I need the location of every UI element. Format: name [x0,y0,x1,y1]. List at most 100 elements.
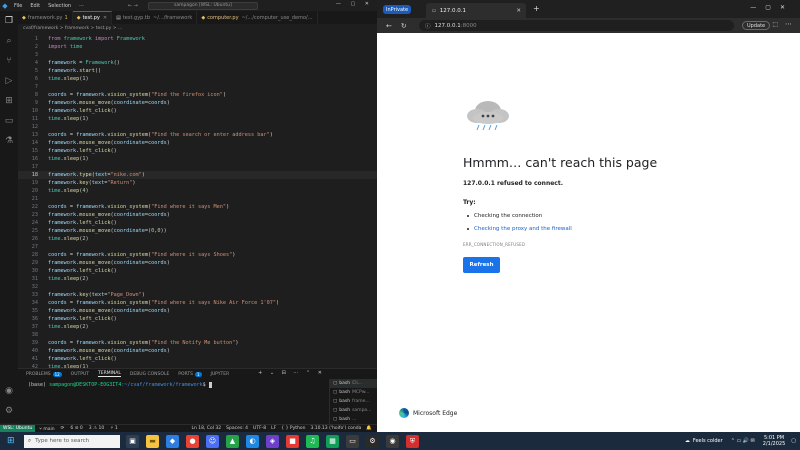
terminal-instance[interactable]: ▢ bash sampa... [330,406,377,415]
code-line[interactable]: 10 framework.left_click() [18,107,377,115]
status-ports[interactable]: ⚡ 1 [110,426,117,431]
task-view-icon[interactable]: ▣ [126,434,139,448]
notifications-bell-icon[interactable]: 🔔 [366,426,372,431]
settings-app-icon[interactable]: ⚙ [366,434,379,448]
code-line[interactable]: 34 coords = framework.vision_system("Find… [18,299,377,307]
code-line[interactable]: 11 time.sleep(1) [18,115,377,123]
extensions-icon[interactable]: ⊞ [3,95,15,107]
clock[interactable]: 5:01 PM 2/1/2025 [763,435,785,447]
breadcrumb[interactable]: cvaf/framework > framework > test.py > .… [18,24,377,33]
edge-window-controls[interactable]: —▢✕ [750,4,794,11]
menu-more[interactable]: ··· [79,3,84,9]
browser-tab[interactable]: ▫ 127.0.0.1 ✕ [426,3,526,18]
edge-taskbar-icon[interactable]: ◐ [246,434,259,448]
status-branch[interactable]: ⑂ main [39,426,54,432]
close-icon[interactable]: ✕ [103,15,107,21]
tab-test-py[interactable]: ◆ test.py ✕ [72,11,113,24]
status-position[interactable]: Ln 18, Col 32 [191,426,221,431]
close-tab-icon[interactable]: ✕ [516,8,521,14]
status-sync-icon[interactable]: ⟳ [61,426,65,431]
code-line[interactable]: 40 framework.mouse_move(coordinate=coords… [18,347,377,355]
code-line[interactable]: 17 [18,163,377,171]
terminal-instance[interactable]: ▢ bash... [330,415,377,424]
status-eol[interactable]: LF [271,426,276,431]
status-language[interactable]: { } Python [281,426,305,431]
code-line[interactable]: 21 [18,195,377,203]
nav-arrows-icon[interactable]: ← → [128,3,138,9]
red-app-icon[interactable]: ■ [286,434,299,448]
testing-icon[interactable]: ⚗ [3,135,15,147]
code-line[interactable]: 25 framework.mouse_move(coordinate=(0,0)) [18,227,377,235]
code-line[interactable]: 1 from framework import Framework [18,35,377,43]
code-line[interactable]: 29 framework.mouse_move(coordinate=coords… [18,259,377,267]
new-tab-icon[interactable]: + [533,4,540,13]
purple-app-icon[interactable]: ◈ [266,434,279,448]
sheets-icon[interactable]: ▦ [326,434,339,448]
code-line[interactable]: 20 time.sleep(4) [18,187,377,195]
terminal-output[interactable]: (base) sampagon@DESKTOP-EOG3IT4:~/cvaf/f… [28,382,212,388]
tab-computer-py[interactable]: ◆ computer.py ~/.../computer_use_demo/..… [197,11,318,24]
command-center-search[interactable]: sampagon [WSL: Ubuntu] [147,1,258,10]
green-app-icon[interactable]: ▲ [226,434,239,448]
status-encoding[interactable]: UTF-8 [253,426,266,431]
panel-tab-jupyter[interactable]: JUPYTER [211,372,230,377]
status-warnings[interactable]: 3 ⚠ 10 [89,426,104,431]
refresh-button[interactable]: Refresh [463,257,500,273]
code-line[interactable]: 12 [18,123,377,131]
code-line[interactable]: 38 [18,331,377,339]
suggestion-proxy-link[interactable]: Checking the proxy and the firewall [467,226,572,232]
discord-icon[interactable]: ☺ [206,434,219,448]
code-line[interactable]: 14 framework.mouse_move(coordinate=coords… [18,139,377,147]
extensions-icon[interactable]: ⬚ [772,21,778,28]
code-line[interactable]: 41 framework.left_click() [18,355,377,363]
run-debug-icon[interactable]: ▷ [3,75,15,87]
panel-tab-terminal[interactable]: TERMINAL [98,371,121,377]
panel-tab-debug-console[interactable]: DEBUG CONSOLE [130,372,169,377]
code-line[interactable]: 33 framework.key(text="Page_Down") [18,291,377,299]
back-icon[interactable]: ← [386,22,392,30]
code-line[interactable]: 24 framework.left_click() [18,219,377,227]
address-bar[interactable]: ⓘ 127.0.0.1:8000 [419,20,734,31]
code-line[interactable]: 6 time.sleep(1) [18,75,377,83]
panel-tab-problems[interactable]: PROBLEMS 12 [26,371,62,377]
code-line[interactable]: 31 time.sleep(2) [18,275,377,283]
code-line[interactable]: 35 framework.mouse_move(coordinate=coords… [18,307,377,315]
menu-edit[interactable]: Edit [30,3,40,9]
chrome-icon[interactable]: ● [186,434,199,448]
tab-framework-py[interactable]: ◆ framework.py 1 [18,11,73,24]
tab-test-gyp[interactable]: ▤ test.gyp.tb ~/.../framework [112,11,198,24]
code-line[interactable]: 4 framework = Framework() [18,59,377,67]
windows-start-icon[interactable]: ⊞ [7,436,19,446]
remote-indicator[interactable]: WSL: Ubuntu [0,424,36,432]
file-explorer-icon[interactable]: ▬ [146,434,159,448]
code-line[interactable]: 15 framework.left_click() [18,147,377,155]
black-app-icon[interactable]: ◉ [386,434,399,448]
shield-app-icon[interactable]: ⛨ [406,434,419,448]
source-control-icon[interactable]: ⑂ [3,55,15,67]
menu-file[interactable]: File [14,3,22,9]
tray-icons[interactable]: ⌃ ▭ 🔊 ✉ [731,438,755,444]
remote-explorer-icon[interactable]: ▭ [3,115,15,127]
weather-widget[interactable]: ☁ Feels colder [685,438,723,444]
explorer-icon[interactable]: ❐ [3,15,15,27]
window-controls[interactable]: — ▢ ✕ [336,1,373,7]
code-line[interactable]: 39 coords = framework.vision_system("Find… [18,339,377,347]
menu-selection[interactable]: Selection [48,3,71,9]
code-line[interactable]: 19 framework.key(text="Return") [18,179,377,187]
account-icon[interactable]: ◉ [3,385,15,397]
code-line[interactable]: 26 time.sleep(2) [18,235,377,243]
spotify-icon[interactable]: ♫ [306,434,319,448]
more-options-icon[interactable]: ⋯ [785,20,792,28]
terminal-instance[interactable]: ▢ bash MCPw... [330,388,377,397]
panel-tab-ports[interactable]: PORTS 1 [178,371,202,377]
code-line[interactable]: 36 framework.left_click() [18,315,377,323]
refresh-icon[interactable]: ↻ [401,22,407,30]
code-line[interactable]: 18 framework.type(text="nike.com") [18,171,377,179]
taskbar-search[interactable]: ⌕ Type here to search [24,434,120,448]
status-errors[interactable]: 6 ⊘ 0 [70,426,82,431]
settings-gear-icon[interactable]: ⚙ [3,405,15,417]
code-line[interactable]: 30 framework.left_click() [18,267,377,275]
inprivate-badge[interactable]: InPrivate [383,5,412,14]
code-line[interactable]: 7 [18,83,377,91]
terminal-instance[interactable]: ▢ bash Cli... [330,379,377,388]
